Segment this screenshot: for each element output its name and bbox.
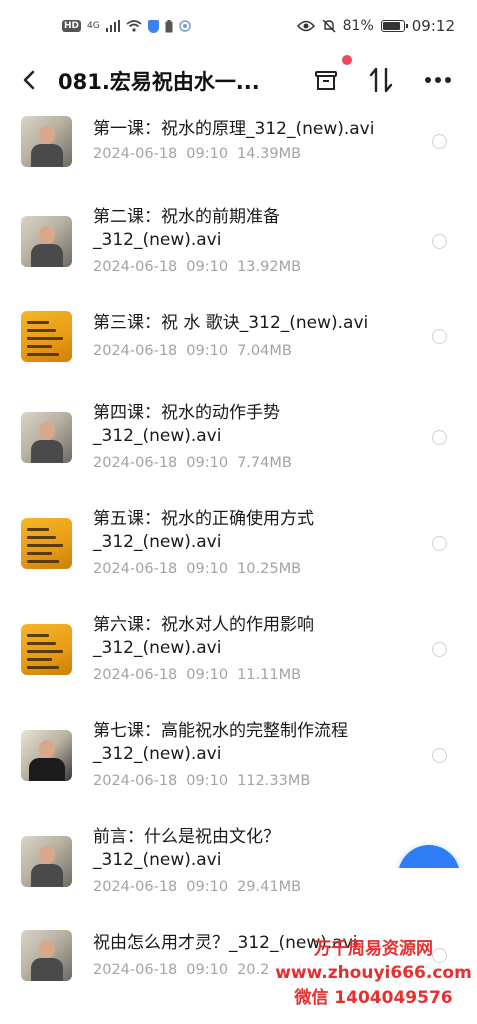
file-date: 2024-06-18	[93, 259, 178, 275]
watermark-site-name: 万千周易资源网	[314, 939, 433, 959]
file-size: 14.39MB	[237, 146, 302, 162]
file-time: 09:10	[186, 259, 229, 275]
file-meta: 2024-06-18 09:10 11.11MB	[93, 667, 301, 683]
signal-icon	[105, 20, 120, 32]
file-date: 2024-06-18	[93, 455, 178, 471]
video-thumbnail	[21, 216, 72, 267]
file-meta: 2024-06-18 09:10 14.39MB	[93, 146, 301, 162]
file-time: 09:10	[186, 343, 229, 359]
video-thumbnail	[21, 116, 72, 167]
file-name: 第七课：高能祝水的完整制作流程 _312_(new).avi	[93, 721, 348, 764]
watermark-contact: 微信 1404049576	[294, 988, 453, 1008]
video-thumbnail	[21, 730, 72, 781]
file-meta: 2024-06-18 09:10 29.41MB	[93, 879, 301, 895]
hd-badge: HD	[62, 20, 82, 32]
more-options-icon[interactable]	[424, 68, 452, 92]
file-meta: 2024-06-18 09:10 112.33MB	[93, 773, 310, 789]
status-right: 81% 09:12	[296, 17, 455, 35]
watermark: 万千周易资源网 www.zhouyi666.com 微信 1404049576	[270, 937, 477, 1011]
eye-icon	[296, 20, 315, 32]
file-size: 11.11MB	[237, 667, 302, 683]
file-meta: 2024-06-18 09:10 10.25MB	[93, 561, 301, 577]
file-meta: 2024-06-18 09:10 7.74MB	[93, 455, 292, 471]
shield-icon	[147, 19, 159, 33]
wifi-icon	[126, 20, 142, 32]
file-time: 09:10	[186, 879, 229, 895]
file-date: 2024-06-18	[93, 667, 178, 683]
sort-icon[interactable]	[368, 66, 394, 94]
notification-dot	[342, 55, 352, 65]
back-arrow-icon[interactable]	[22, 69, 42, 91]
file-size: 20.2	[237, 962, 270, 978]
file-time: 09:10	[186, 146, 229, 162]
file-name: 第二课：祝水的前期准备 _312_(new).avi	[93, 207, 280, 250]
video-thumbnail	[21, 836, 72, 887]
select-radio[interactable]	[432, 329, 447, 344]
mute-icon	[322, 19, 336, 33]
status-left: HD 4G	[62, 19, 191, 33]
file-size: 29.41MB	[237, 879, 302, 895]
file-date: 2024-06-18	[93, 146, 178, 162]
fab-overlay	[380, 868, 477, 928]
app-icon	[178, 20, 191, 32]
status-bar: HD 4G 81% 09:12	[0, 0, 477, 52]
file-time: 09:10	[186, 773, 229, 789]
video-thumbnail	[21, 624, 72, 675]
select-radio[interactable]	[432, 642, 447, 657]
file-name: 前言：什么是祝由文化？ _312_(new).avi	[93, 827, 280, 870]
select-radio[interactable]	[432, 748, 447, 763]
page-title: 081.宏易祝由水一...	[58, 70, 260, 94]
file-name: 第一课：祝水的原理_312_(new).avi	[93, 119, 375, 139]
battery-icon	[380, 20, 408, 32]
file-name: 第六课：祝水对人的作用影响 _312_(new).avi	[93, 615, 314, 658]
file-size: 112.33MB	[237, 773, 311, 789]
video-thumbnail	[21, 930, 72, 981]
file-size: 13.92MB	[237, 259, 302, 275]
file-name: 第五课：祝水的正确使用方式 _312_(new).avi	[93, 509, 314, 552]
file-name: 第三课：祝 水 歌诀_312_(new).avi	[93, 313, 369, 333]
file-time: 09:10	[186, 561, 229, 577]
file-date: 2024-06-18	[93, 962, 178, 978]
file-time: 09:10	[186, 455, 229, 471]
file-date: 2024-06-18	[93, 773, 178, 789]
file-meta: 2024-06-18 09:10 20.2	[93, 962, 269, 978]
network-type: 4G	[87, 21, 100, 31]
video-thumbnail	[21, 412, 72, 463]
select-radio[interactable]	[432, 134, 447, 149]
file-meta: 2024-06-18 09:10 13.92MB	[93, 259, 301, 275]
battery-saver-icon	[165, 19, 173, 32]
battery-percent: 81%	[342, 18, 374, 34]
file-size: 7.04MB	[237, 343, 292, 359]
select-radio[interactable]	[432, 430, 447, 445]
video-thumbnail	[21, 518, 72, 569]
file-size: 10.25MB	[237, 561, 302, 577]
watermark-url: www.zhouyi666.com	[275, 963, 472, 983]
file-time: 09:10	[186, 667, 229, 683]
header-bar: 081.宏易祝由水一...	[0, 52, 477, 108]
clock: 09:12	[411, 17, 455, 35]
file-meta: 2024-06-18 09:10 7.04MB	[93, 343, 292, 359]
video-thumbnail	[21, 311, 72, 362]
file-date: 2024-06-18	[93, 343, 178, 359]
file-time: 09:10	[186, 962, 229, 978]
file-size: 7.74MB	[237, 455, 292, 471]
file-date: 2024-06-18	[93, 561, 178, 577]
file-date: 2024-06-18	[93, 879, 178, 895]
select-radio[interactable]	[432, 536, 447, 551]
archive-tray-icon[interactable]	[314, 68, 338, 92]
file-name: 第四课：祝水的动作手势 _312_(new).avi	[93, 403, 280, 446]
select-radio[interactable]	[432, 234, 447, 249]
